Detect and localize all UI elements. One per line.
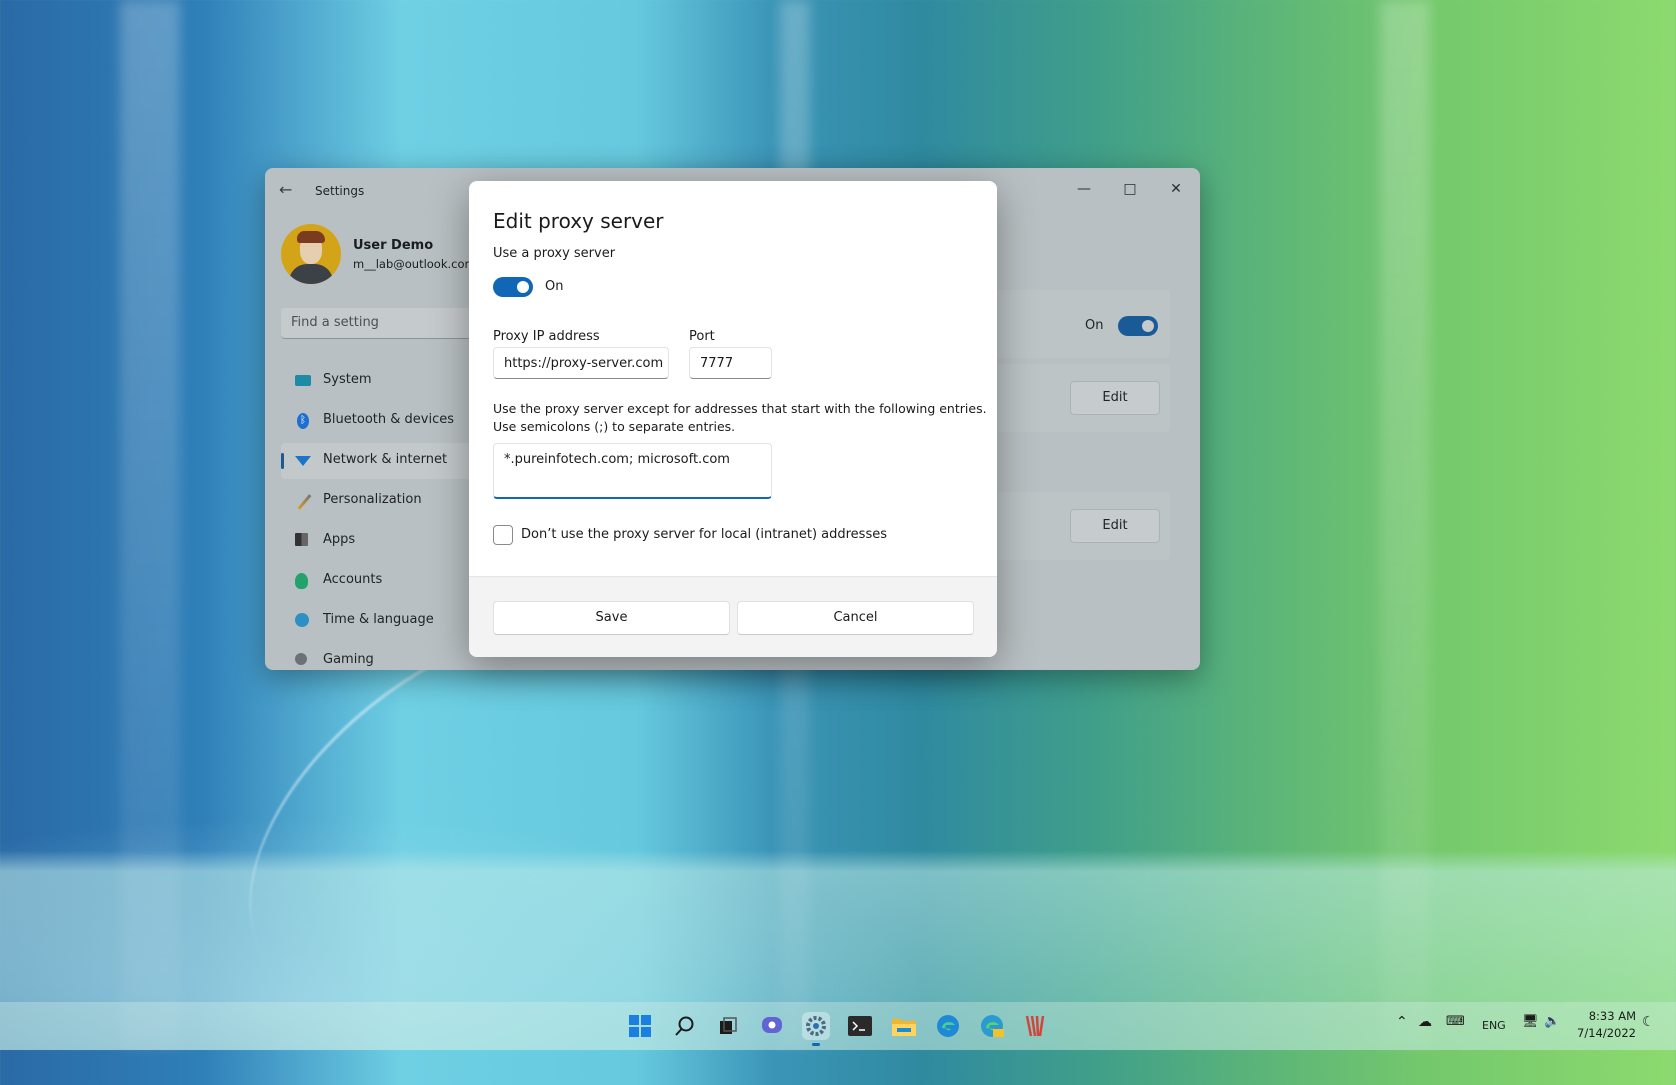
setting-toggle-label: On <box>1085 318 1104 333</box>
dialog-footer: Save Cancel <box>469 576 997 657</box>
edge-icon[interactable] <box>934 1012 962 1040</box>
focus-assist-icon[interactable]: ☾ <box>1642 1014 1655 1030</box>
avatar[interactable] <box>281 224 341 284</box>
apps-icon <box>295 533 308 546</box>
wallpaper-streak <box>1380 0 1430 1050</box>
exceptions-description: Use the proxy server except for addresse… <box>493 401 987 416</box>
user-email: m__lab@outlook.com <box>353 257 476 271</box>
globe-clock-icon <box>295 613 309 627</box>
network-icon[interactable]: 🖥 <box>1522 1014 1539 1029</box>
local-addresses-checkbox[interactable] <box>493 525 513 545</box>
edit-button[interactable]: Edit <box>1070 381 1160 415</box>
proxy-ip-input[interactable]: https://proxy-server.com <box>493 347 669 379</box>
save-button[interactable]: Save <box>493 601 730 635</box>
active-indicator <box>281 453 284 469</box>
wifi-icon <box>295 456 311 466</box>
sidebar-item-system[interactable]: System <box>281 363 481 399</box>
bluetooth-icon: ᛒ <box>297 413 309 429</box>
port-input[interactable]: 7777 <box>689 347 772 379</box>
use-proxy-toggle[interactable] <box>493 277 533 297</box>
gaming-icon <box>295 653 307 665</box>
sidebar-item-bluetooth[interactable]: ᛒ Bluetooth & devices <box>281 403 481 439</box>
sidebar-item-apps[interactable]: Apps <box>281 523 481 559</box>
sidebar-item-gaming[interactable]: Gaming <box>281 643 481 670</box>
volume-icon[interactable]: 🔈 <box>1544 1014 1560 1029</box>
toggle-state-label: On <box>545 279 564 294</box>
wallpaper-streak <box>120 0 180 1050</box>
close-button[interactable]: ✕ <box>1153 176 1199 202</box>
maximize-button[interactable]: □ <box>1107 176 1153 202</box>
date: 7/14/2022 <box>1577 1026 1636 1040</box>
settings-icon[interactable] <box>802 1012 830 1046</box>
onedrive-icon[interactable]: ☁ <box>1418 1014 1432 1030</box>
start-icon[interactable] <box>626 1012 654 1040</box>
accounts-icon <box>295 573 308 589</box>
cancel-button[interactable]: Cancel <box>737 601 974 635</box>
app-icon[interactable] <box>1022 1012 1050 1040</box>
task-view-icon[interactable] <box>714 1012 742 1040</box>
file-explorer-icon[interactable] <box>890 1012 918 1040</box>
back-arrow-icon[interactable]: ← <box>279 180 292 199</box>
setting-toggle[interactable] <box>1118 316 1158 336</box>
terminal-icon[interactable] <box>846 1012 874 1040</box>
keyboard-icon[interactable]: ⌨ <box>1446 1014 1465 1029</box>
port-label: Port <box>689 329 715 344</box>
show-hidden-icons[interactable]: ⌃ <box>1396 1014 1408 1030</box>
sidebar-item-accounts[interactable]: Accounts <box>281 563 481 599</box>
edit-proxy-dialog: Edit proxy server Use a proxy server On … <box>469 181 997 657</box>
search-icon[interactable] <box>671 1012 699 1040</box>
language-indicator[interactable]: ENG <box>1482 1019 1506 1032</box>
proxy-ip-label: Proxy IP address <box>493 329 600 344</box>
taskbar: ⌃ ☁ ⌨ ENG 🖥 🔈 8:33 AM 7/14/2022 ☾ <box>0 1002 1676 1050</box>
toggle-knob <box>517 281 529 293</box>
sidebar-item-time-language[interactable]: Time & language <box>281 603 481 639</box>
dialog-title: Edit proxy server <box>493 209 664 233</box>
user-name: User Demo <box>353 238 434 253</box>
local-addresses-label: Don’t use the proxy server for local (in… <box>521 527 887 542</box>
system-icon <box>295 375 311 386</box>
time: 8:33 AM <box>1588 1009 1636 1023</box>
app-title: Settings <box>315 184 365 198</box>
minimize-button[interactable]: — <box>1061 176 1107 202</box>
sidebar-item-network[interactable]: Network & internet <box>281 443 481 479</box>
exceptions-textarea[interactable]: *.pureinfotech.com; microsoft.com <box>493 443 772 499</box>
edge-canary-icon[interactable] <box>978 1012 1006 1040</box>
search-placeholder: Find a setting <box>291 315 379 330</box>
clock[interactable]: 8:33 AM 7/14/2022 <box>1577 1008 1636 1042</box>
find-setting-search[interactable]: Find a setting <box>281 308 481 339</box>
sidebar-item-personalization[interactable]: Personalization <box>281 483 481 519</box>
use-proxy-label: Use a proxy server <box>493 246 616 261</box>
exceptions-description-line2: Use semicolons (;) to separate entries. <box>493 419 736 434</box>
edit-button[interactable]: Edit <box>1070 509 1160 543</box>
chat-icon[interactable] <box>758 1012 786 1040</box>
brush-icon <box>297 494 312 510</box>
